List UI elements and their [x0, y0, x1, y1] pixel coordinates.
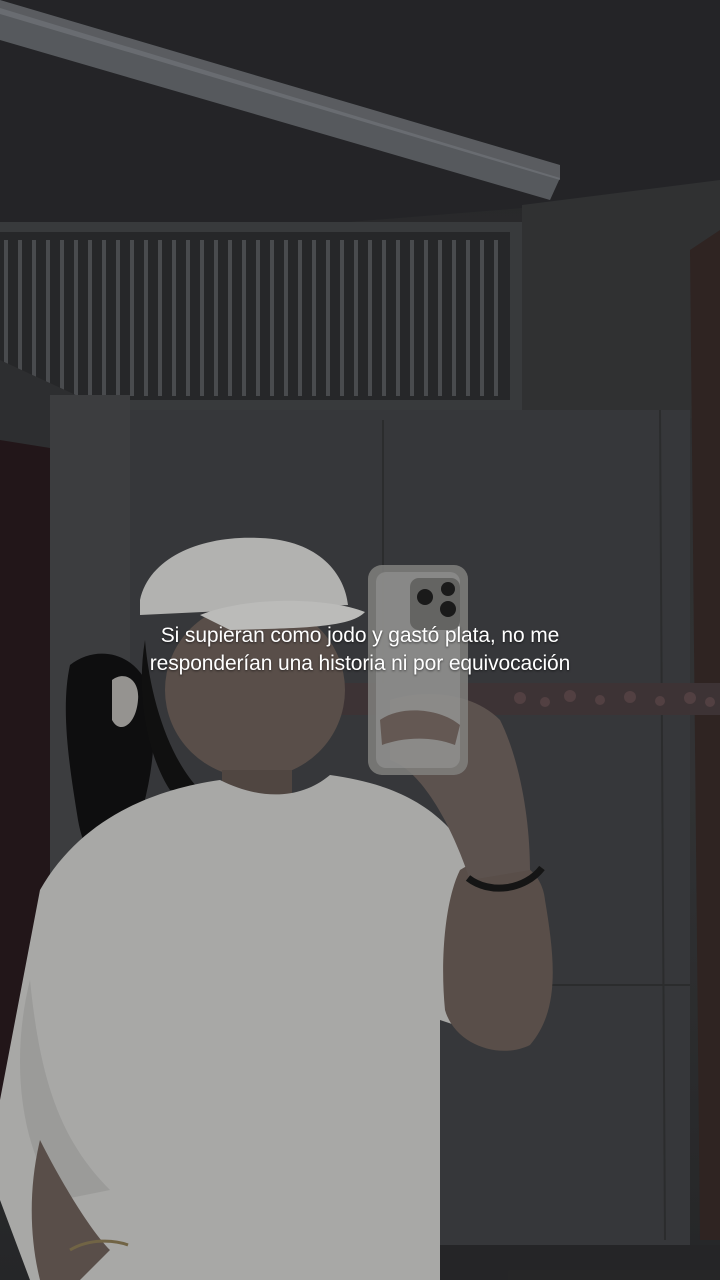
story-caption: Si supieran como jodo y gastó plata, no …	[149, 624, 571, 675]
